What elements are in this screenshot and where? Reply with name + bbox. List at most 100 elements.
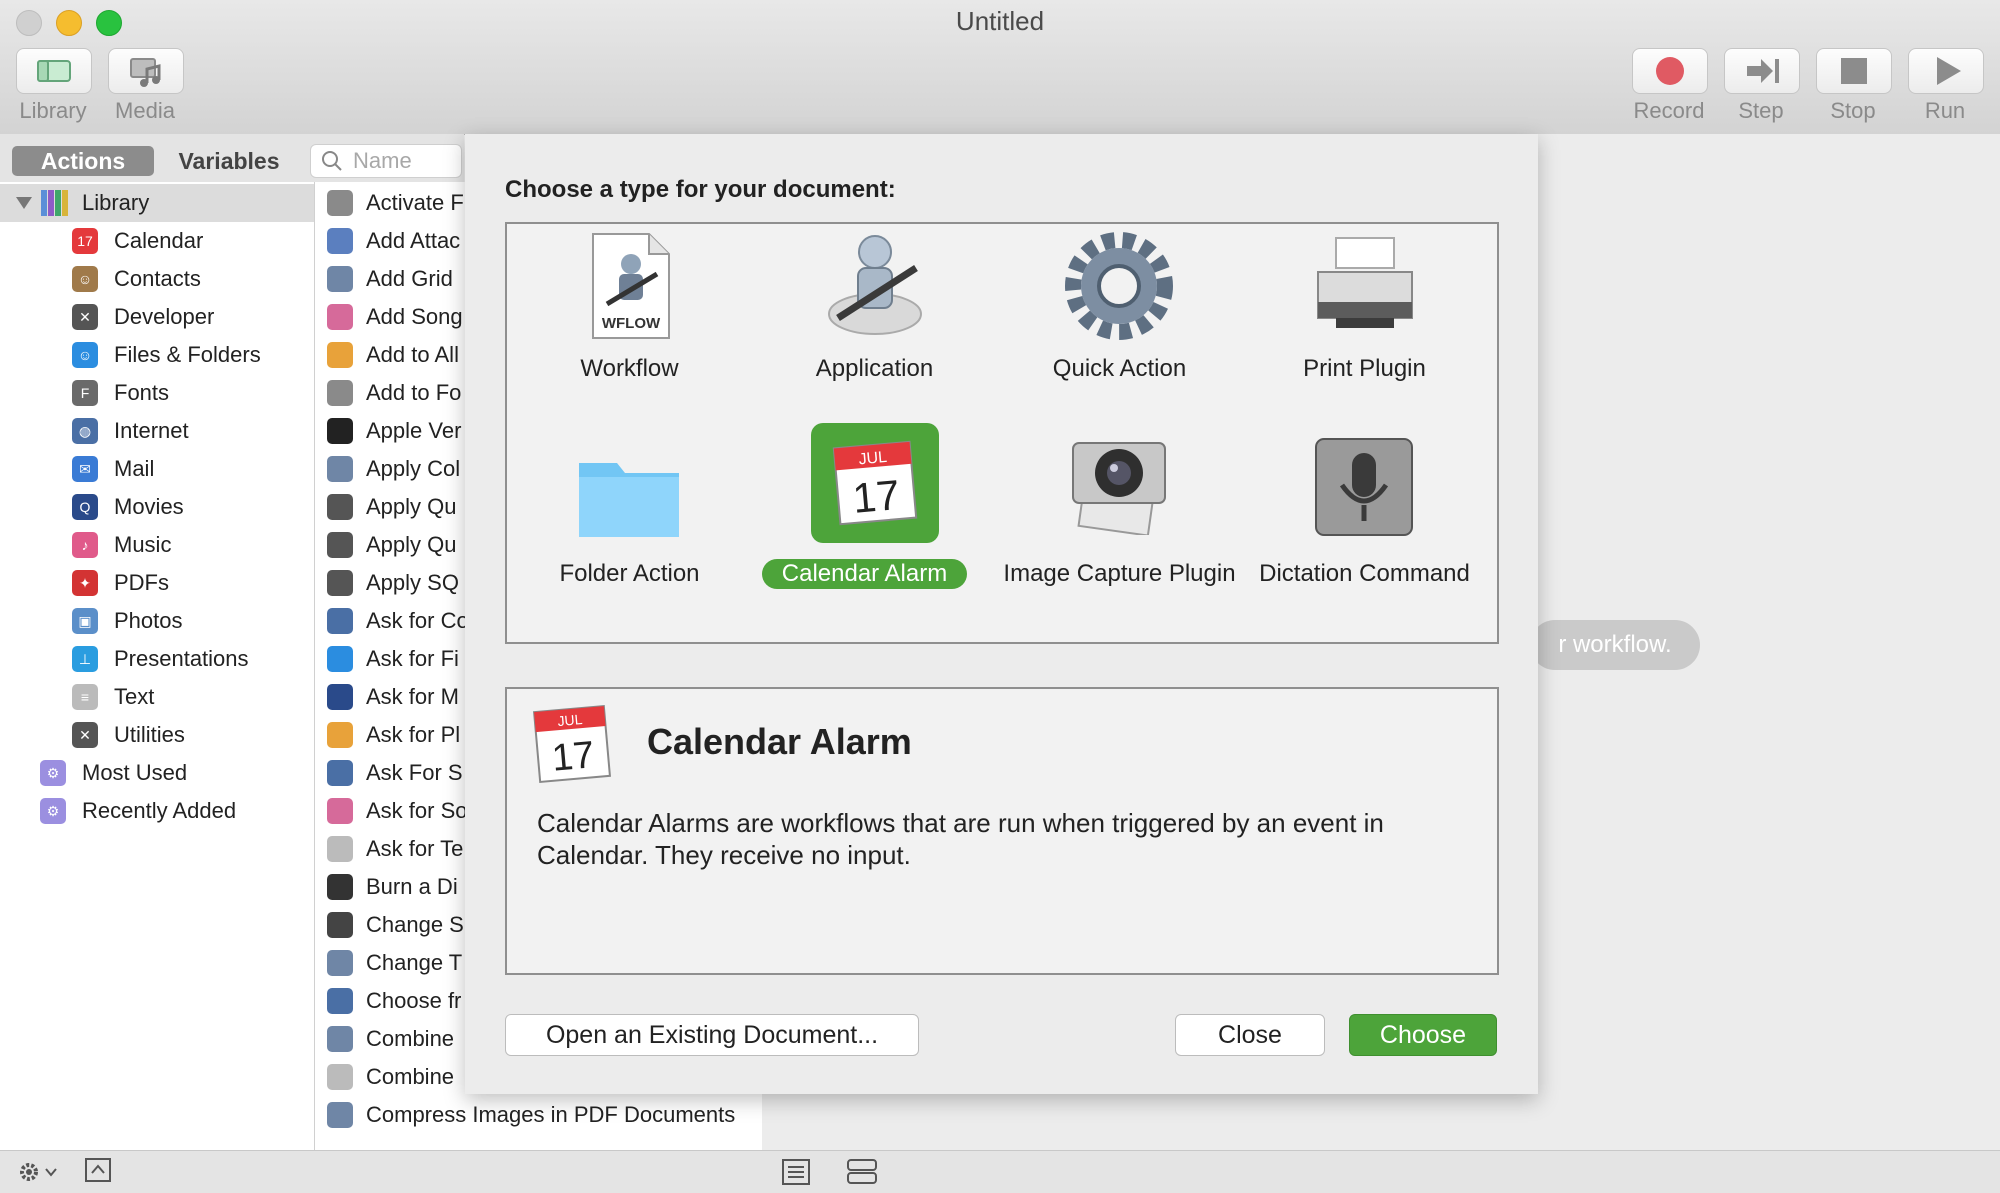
close-button[interactable]: Close xyxy=(1175,1014,1325,1056)
search-placeholder: Name xyxy=(353,148,412,173)
stop-icon xyxy=(1841,58,1867,84)
action-label: Add to All xyxy=(366,342,459,367)
photos-icon: ▣ xyxy=(72,608,98,634)
internet-icon: ◍ xyxy=(72,418,98,444)
sidebar-item-calendar[interactable]: 17 Calendar xyxy=(0,222,314,260)
action-label: Burn a Di xyxy=(366,874,458,899)
action-label: Ask for Pl xyxy=(366,722,461,747)
type-calendar-alarm[interactable]: JUL 17 Calendar Alarm xyxy=(752,423,997,639)
action-icon xyxy=(327,304,353,330)
action-label: Change S xyxy=(366,912,464,937)
action-icon xyxy=(327,570,353,596)
workflow-hint: r workflow. xyxy=(1530,620,1700,670)
action-label: Ask for Te xyxy=(366,836,464,861)
sidebar-smart-group-recently-added[interactable]: ⚙ Recently Added xyxy=(0,792,314,830)
action-icon xyxy=(327,1102,353,1128)
text-icon: ≡ xyxy=(72,684,98,710)
type-print-plugin[interactable]: Print Plugin xyxy=(1242,224,1487,424)
sidebar-item-pdfs[interactable]: ✦ PDFs xyxy=(0,564,314,602)
flow-view-icon[interactable] xyxy=(845,1157,879,1187)
sidebar-item-label: PDFs xyxy=(114,570,169,595)
type-image-capture-plugin[interactable]: Image Capture Plugin xyxy=(997,429,1242,639)
record-button[interactable] xyxy=(1632,48,1708,94)
tab-variables[interactable]: Variables xyxy=(160,146,298,176)
type-label-selected: Calendar Alarm xyxy=(762,559,967,589)
tab-actions[interactable]: Actions xyxy=(12,146,154,176)
disclosure-triangle-icon xyxy=(16,197,32,209)
gear-icon xyxy=(1065,232,1173,340)
sidebar-item-label: Mail xyxy=(114,456,155,481)
contacts-icon: ☺ xyxy=(72,266,98,292)
action-item[interactable]: Compress Images in PDF Documents xyxy=(315,1096,762,1134)
choose-button[interactable]: Choose xyxy=(1349,1014,1497,1056)
type-dictation-command[interactable]: Dictation Command xyxy=(1242,429,1487,639)
window-toolbar: Untitled Library Media Record Step Stop … xyxy=(0,0,2000,135)
dialog-prompt: Choose a type for your document: xyxy=(505,176,896,203)
sidebar-item-label: Calendar xyxy=(114,228,204,253)
sidebar-item-contacts[interactable]: ☺ Contacts xyxy=(0,260,314,298)
sidebar-item-presentations[interactable]: ⊥ Presentations xyxy=(0,640,314,678)
run-icon xyxy=(1937,57,1961,85)
action-label: Add to Fo xyxy=(366,380,462,405)
action-label: Ask for Fi xyxy=(366,646,459,671)
folder-icon xyxy=(579,463,679,537)
mail-icon: ✉ xyxy=(72,456,98,482)
sidebar-item-movies[interactable]: Q Movies xyxy=(0,488,314,526)
sidebar-item-label: Utilities xyxy=(114,722,185,747)
type-workflow[interactable]: WFLOW Workflow xyxy=(507,224,752,424)
action-icon xyxy=(327,456,353,482)
action-icon xyxy=(327,760,353,786)
step-button[interactable] xyxy=(1724,48,1800,94)
action-label: Combine xyxy=(366,1064,455,1089)
run-button[interactable] xyxy=(1908,48,1984,94)
library-icon xyxy=(37,60,71,82)
sidebar-item-label: Files & Folders xyxy=(114,342,261,367)
utilities-icon: ✕ xyxy=(72,722,98,748)
music-icon: ♪ xyxy=(72,532,98,558)
library-root-item[interactable]: Library xyxy=(0,184,314,222)
files-folders-icon: ☺ xyxy=(72,342,98,368)
action-icon xyxy=(327,532,353,558)
sidebar-item-label: Developer xyxy=(114,304,215,329)
record-label: Record xyxy=(1633,98,1705,123)
document-type-dialog: Choose a type for your document: WFLOW W… xyxy=(465,134,1538,1094)
library-books-icon xyxy=(41,190,68,216)
sidebar-item-internet[interactable]: ◍ Internet xyxy=(0,412,314,450)
media-icon xyxy=(130,58,161,87)
sidebar-item-photos[interactable]: ▣ Photos xyxy=(0,602,314,640)
movies-icon: Q xyxy=(72,494,98,520)
type-quick-action[interactable]: Quick Action xyxy=(997,224,1242,424)
sidebar-item-files-folders[interactable]: ☺ Files & Folders xyxy=(0,336,314,374)
action-icon xyxy=(327,342,353,368)
calendar-icon: 17 xyxy=(72,228,98,254)
sidebar-item-text[interactable]: ≡ Text xyxy=(0,678,314,716)
type-folder-action[interactable]: Folder Action xyxy=(507,429,752,639)
library-toolbar-button[interactable] xyxy=(16,48,92,94)
open-existing-button[interactable]: Open an Existing Document... xyxy=(505,1014,919,1056)
type-application[interactable]: Application xyxy=(752,224,997,424)
action-label: Ask For S xyxy=(366,760,463,785)
action-icon xyxy=(327,190,353,216)
sidebar-item-developer[interactable]: ✕ Developer xyxy=(0,298,314,336)
sidebar-item-fonts[interactable]: F Fonts xyxy=(0,374,314,412)
sidebar-item-utilities[interactable]: ✕ Utilities xyxy=(0,716,314,754)
sidebar-item-label: Music xyxy=(114,532,172,557)
media-toolbar-button[interactable] xyxy=(108,48,184,94)
calendar-month: JUL xyxy=(557,711,583,729)
action-icon xyxy=(327,646,353,672)
description-toggle-icon[interactable] xyxy=(84,1157,114,1187)
list-view-icon[interactable] xyxy=(780,1157,814,1187)
type-label: Quick Action xyxy=(1052,355,1187,382)
smart-folder-icon: ⚙ xyxy=(40,760,66,786)
sidebar-item-mail[interactable]: ✉ Mail xyxy=(0,450,314,488)
sidebar-item-label: Presentations xyxy=(114,646,249,671)
action-label: Compress Images in PDF Documents xyxy=(366,1102,736,1127)
calendar-day: 17 xyxy=(550,734,596,780)
stop-button[interactable] xyxy=(1816,48,1892,94)
developer-icon: ✕ xyxy=(72,304,98,330)
sidebar-item-music[interactable]: ♪ Music xyxy=(0,526,314,564)
sidebar-smart-group-most-used[interactable]: ⚙ Most Used xyxy=(0,754,314,792)
search-input[interactable]: Name xyxy=(310,144,462,178)
gear-menu-icon[interactable] xyxy=(14,1152,64,1192)
action-label: Ask for M xyxy=(366,684,459,709)
